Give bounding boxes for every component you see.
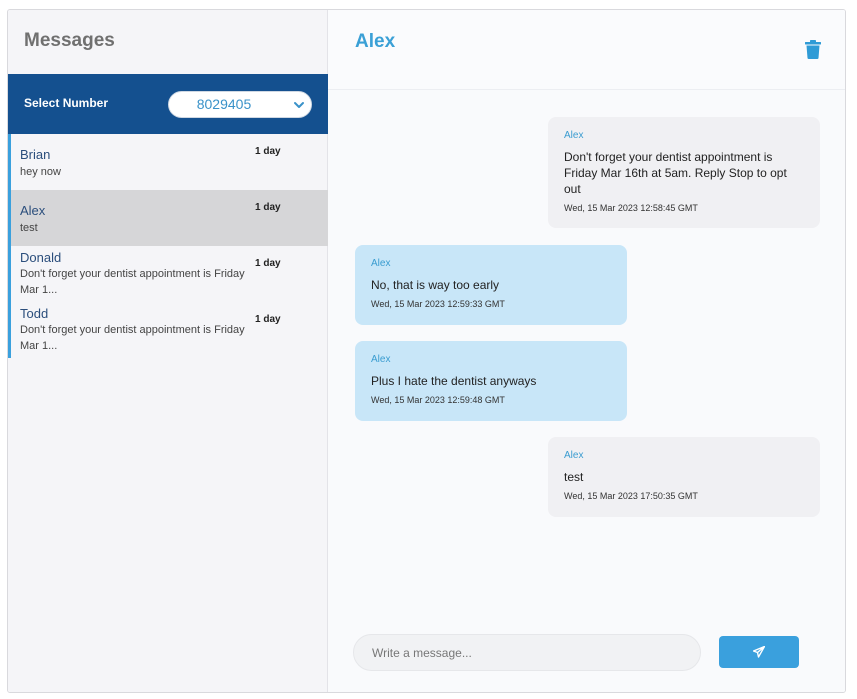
conversation-panel: Alex Alex Don't forget your dentist appo… bbox=[328, 10, 845, 692]
message-bubble-outgoing: Alex Don't forget your dentist appointme… bbox=[548, 117, 820, 228]
thread-list: Brian hey now 1 day Alex test 1 day Dona… bbox=[8, 134, 328, 358]
message-time: Wed, 15 Mar 2023 17:50:35 GMT bbox=[564, 491, 698, 501]
message-time: Wed, 15 Mar 2023 12:59:48 GMT bbox=[371, 395, 505, 405]
sidebar-header: Messages bbox=[8, 10, 327, 74]
thread-item-todd[interactable]: Todd Don't forget your dentist appointme… bbox=[8, 302, 328, 358]
thread-name: Alex bbox=[20, 203, 46, 218]
message-time: Wed, 15 Mar 2023 12:59:33 GMT bbox=[371, 299, 505, 309]
thread-item-brian[interactable]: Brian hey now 1 day bbox=[8, 134, 328, 190]
message-bubble-outgoing: Alex test Wed, 15 Mar 2023 17:50:35 GMT bbox=[548, 437, 820, 517]
thread-name: Todd bbox=[20, 306, 49, 321]
thread-time: 1 day bbox=[255, 314, 281, 325]
paper-plane-icon bbox=[753, 646, 765, 658]
message-text: Plus I hate the dentist anyways bbox=[371, 374, 537, 388]
message-author: Alex bbox=[564, 130, 584, 141]
thread-item-alex[interactable]: Alex test 1 day bbox=[8, 190, 328, 246]
conversation-header: Alex bbox=[328, 10, 845, 90]
number-select-bar: Select Number 8029405 bbox=[8, 74, 328, 134]
thread-time: 1 day bbox=[255, 258, 281, 269]
thread-item-donald[interactable]: Donald Don't forget your dentist appoint… bbox=[8, 246, 328, 302]
thread-preview: Don't forget your dentist appointment is… bbox=[20, 268, 245, 296]
message-time: Wed, 15 Mar 2023 12:58:45 GMT bbox=[564, 203, 698, 213]
thread-preview: hey now bbox=[20, 166, 61, 178]
message-text: Don't forget your dentist appointment is… bbox=[564, 150, 787, 196]
message-text: test bbox=[564, 470, 584, 484]
message-author: Alex bbox=[564, 450, 584, 461]
chevron-down-icon bbox=[294, 102, 304, 108]
thread-time: 1 day bbox=[255, 202, 281, 213]
message-text: No, that is way too early bbox=[371, 278, 500, 292]
message-author: Alex bbox=[371, 258, 391, 269]
message-input[interactable] bbox=[353, 634, 701, 671]
conversation-title: Alex bbox=[355, 31, 396, 52]
trash-icon[interactable] bbox=[805, 40, 821, 59]
select-number-label: Select Number bbox=[24, 96, 109, 110]
thread-name: Brian bbox=[20, 147, 51, 162]
message-author: Alex bbox=[371, 354, 391, 365]
thread-preview: test bbox=[20, 222, 38, 234]
send-button[interactable] bbox=[719, 636, 799, 668]
threads-sidebar: Messages Select Number 8029405 Brian hey… bbox=[8, 10, 328, 692]
selected-number: 8029405 bbox=[196, 96, 252, 112]
message-bubble-incoming: Alex No, that is way too early Wed, 15 M… bbox=[355, 245, 627, 325]
sidebar-title: Messages bbox=[24, 30, 115, 51]
number-select[interactable]: 8029405 bbox=[168, 91, 312, 118]
thread-time: 1 day bbox=[255, 146, 281, 157]
thread-preview: Don't forget your dentist appointment is… bbox=[20, 324, 245, 352]
messaging-app: Messages Select Number 8029405 Brian hey… bbox=[7, 9, 846, 693]
message-bubble-incoming: Alex Plus I hate the dentist anyways Wed… bbox=[355, 341, 627, 421]
thread-name: Donald bbox=[20, 250, 62, 265]
